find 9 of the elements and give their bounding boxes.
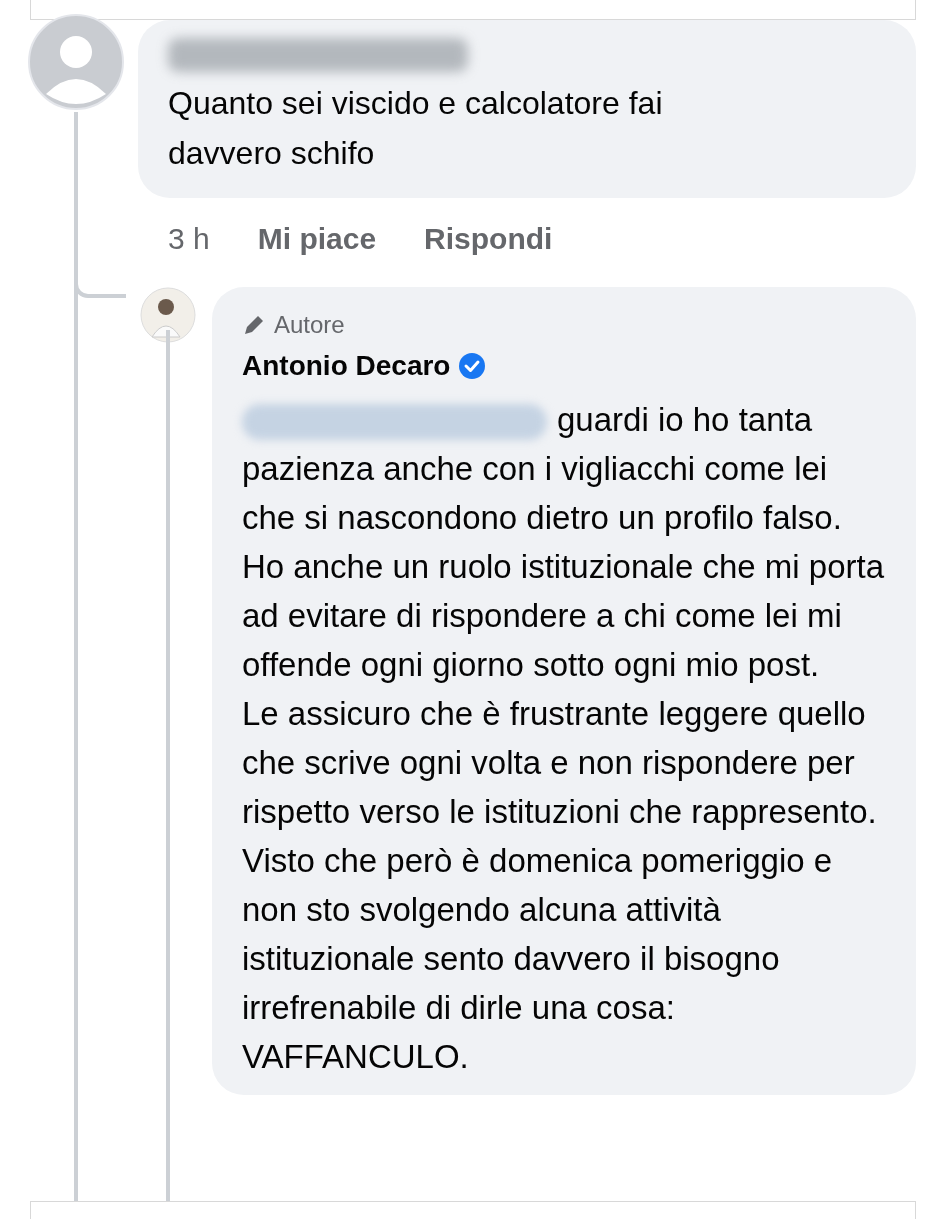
comment-time: 3 h	[168, 221, 210, 257]
action-link[interactable]: Mi piace	[257, 216, 377, 261]
comment-text: Quanto sei viscido e calcolatore fai davvero schifo	[168, 84, 664, 173]
reply-text: guardi io ho tanta pazienza anche con i vigliacchi come lei che si nascondono dietro un profilo falso. Ho anche un ruolo istituzionale che mi porta ad evitare di rispondere a chi come lei mi offende ogni giorno sotto ogni mio post. Le assicuro che è frustrante leggere quello che scrive ogni volta e non rispondere per rispetto verso le istituzioni che rappresento. Visto che però è domenica pomeriggio e non sto svolgendo alcuna attività istituzionale sento davvero il bisogno irrefrenabile di dirle una cosa: VAFFANCULO.	[242, 400, 886, 1077]
author-name[interactable]: Antonio Decaro	[242, 345, 451, 387]
author-label: Autore	[274, 310, 345, 340]
avatar-icon[interactable]	[140, 287, 196, 343]
pencil-icon	[242, 313, 266, 337]
action-link[interactable]: Rispondi	[424, 216, 553, 261]
